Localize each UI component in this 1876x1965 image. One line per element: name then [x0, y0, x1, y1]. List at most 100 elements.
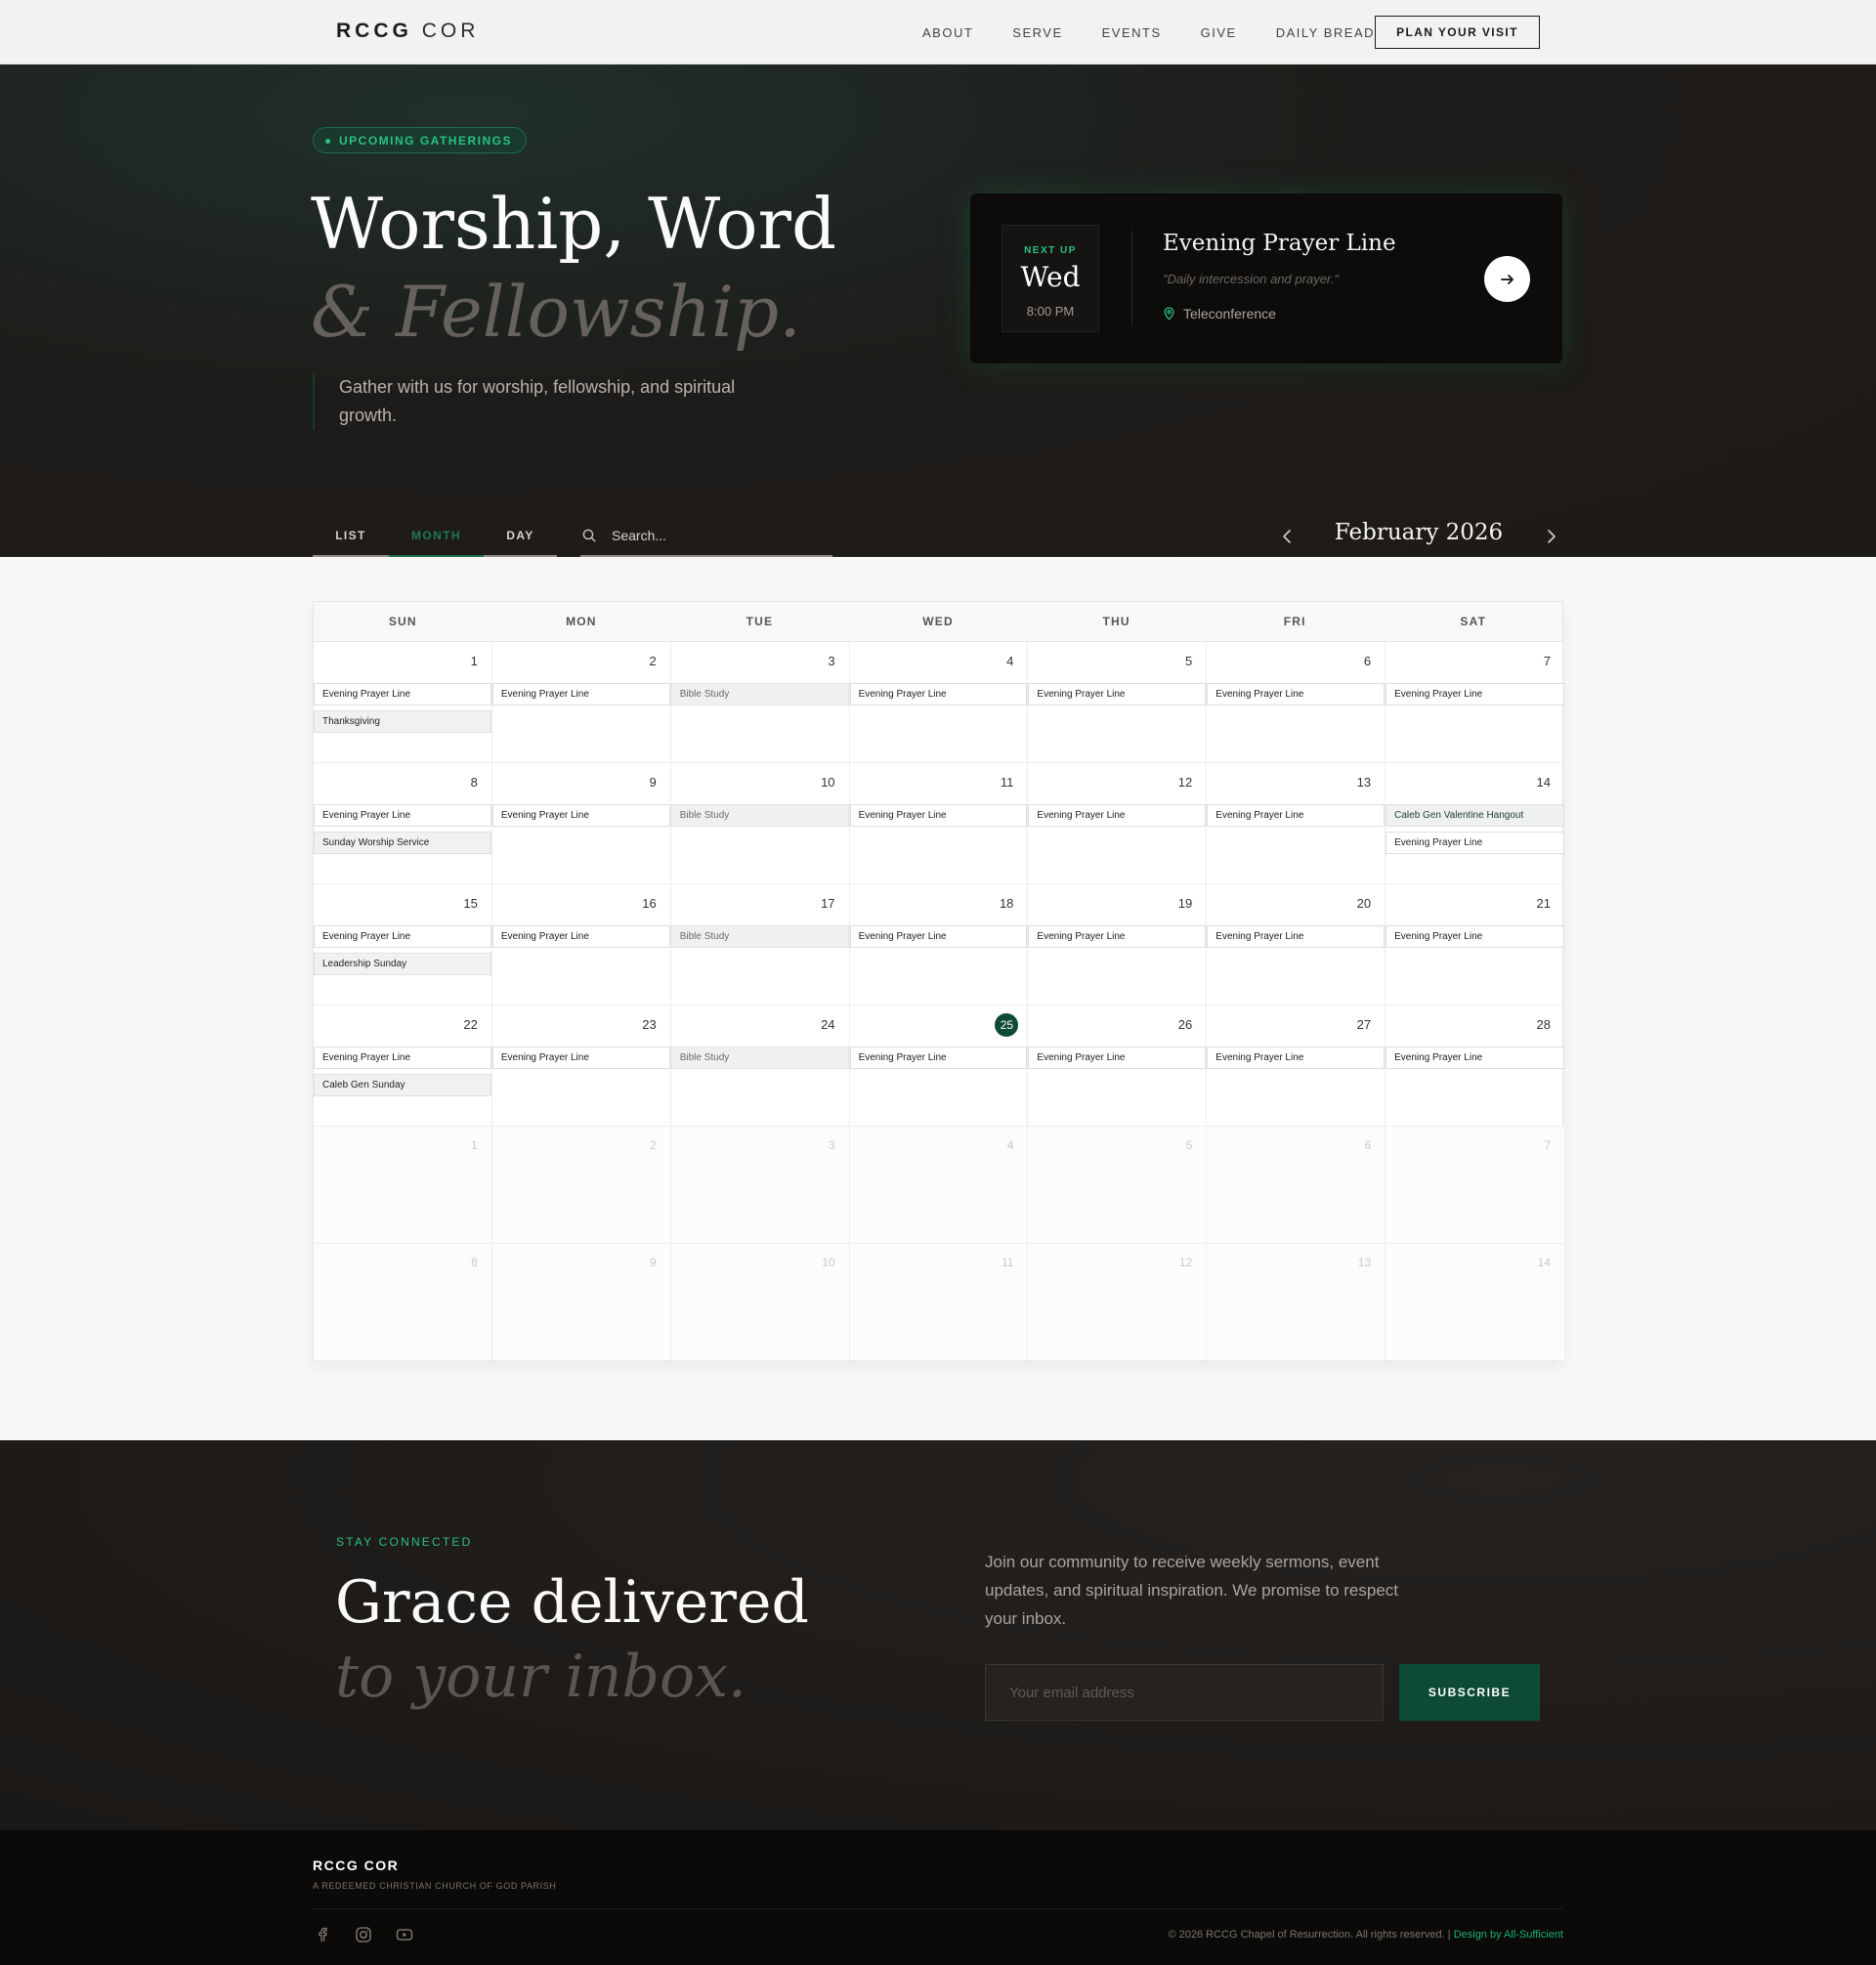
calendar-day-cell[interactable]: 14 Caleb Gen Valentine Hangout Evening Pra…	[1386, 763, 1564, 884]
nav-link-give[interactable]: GIVE	[1201, 25, 1237, 40]
calendar-day-cell[interactable]: 1	[314, 1127, 492, 1244]
calendar-event[interactable]: Evening Prayer Line	[491, 804, 670, 827]
nav-link-events[interactable]: EVENTS	[1102, 25, 1162, 40]
calendar-event[interactable]: Evening Prayer Line	[1207, 683, 1386, 705]
calendar-day-cell[interactable]: 21 Evening Prayer Line	[1386, 884, 1564, 1005]
calendar-day-cell[interactable]: 4	[849, 1127, 1029, 1244]
calendar-event[interactable]: Caleb Gen Valentine Hangout	[1386, 804, 1564, 827]
nav-link-serve[interactable]: SERVE	[1012, 25, 1062, 40]
email-field[interactable]	[985, 1664, 1384, 1721]
calendar-day-cell[interactable]: 7	[1386, 1127, 1564, 1244]
calendar-event[interactable]: Evening Prayer Line	[1207, 925, 1386, 948]
calendar-day-cell[interactable]: 27 Evening Prayer Line	[1207, 1005, 1386, 1127]
calendar-event[interactable]: Evening Prayer Line	[1028, 1047, 1207, 1069]
calendar-day-cell[interactable]: 9 Evening Prayer Line	[491, 763, 671, 884]
tab-list[interactable]: LIST	[313, 516, 389, 557]
calendar-day-cell[interactable]: 5	[1028, 1127, 1208, 1244]
next-up-card[interactable]: NEXT UP Wed 8:00 PM Evening Prayer Line …	[970, 193, 1562, 363]
calendar-day-cell[interactable]: 6 Evening Prayer Line	[1207, 642, 1386, 763]
calendar-day-cell[interactable]: 3	[670, 1127, 850, 1244]
calendar-day-cell[interactable]: 13	[1207, 1244, 1386, 1361]
calendar-event[interactable]: Bible Study	[670, 804, 849, 827]
youtube-icon[interactable]	[395, 1925, 414, 1944]
calendar-day-cell[interactable]: 13 Evening Prayer Line	[1207, 763, 1386, 884]
calendar-day-cell[interactable]: 17 Bible Study	[670, 884, 850, 1005]
calendar-event[interactable]: Evening Prayer Line	[1386, 832, 1564, 854]
calendar-day-cell[interactable]: 28 Evening Prayer Line	[1386, 1005, 1564, 1127]
next-up-arrow-button[interactable]	[1484, 256, 1530, 302]
calendar-event[interactable]: Evening Prayer Line	[314, 925, 491, 948]
calendar-event[interactable]: Evening Prayer Line	[1386, 1047, 1564, 1069]
calendar-event[interactable]: Evening Prayer Line	[314, 804, 491, 827]
calendar-day-cell[interactable]: 3 Bible Study	[670, 642, 850, 763]
calendar-day-cell[interactable]: 7 Evening Prayer Line	[1386, 642, 1564, 763]
calendar-day-cell[interactable]: 25 Evening Prayer Line	[849, 1005, 1029, 1127]
plan-visit-button[interactable]: PLAN YOUR VISIT	[1375, 16, 1540, 49]
calendar-day-cell[interactable]: 15 Evening Prayer Line Leadership Sunday	[314, 884, 492, 1005]
calendar-day-cell[interactable]: 16 Evening Prayer Line	[491, 884, 671, 1005]
calendar-day-cell[interactable]: 2 Evening Prayer Line	[491, 642, 671, 763]
calendar-event[interactable]: Evening Prayer Line	[849, 925, 1028, 948]
hero-title-italic: & Fellowship.	[311, 271, 801, 353]
calendar-day-cell[interactable]: 10 Bible Study	[670, 763, 850, 884]
calendar-event[interactable]: Evening Prayer Line	[1028, 683, 1207, 705]
calendar-event[interactable]: Evening Prayer Line	[1207, 1047, 1386, 1069]
calendar-day-cell[interactable]: 1 Evening Prayer Line Thanksgiving	[314, 642, 492, 763]
calendar-day-cell[interactable]: 26 Evening Prayer Line	[1028, 1005, 1208, 1127]
tab-day[interactable]: DAY	[484, 516, 557, 557]
search-input[interactable]	[612, 528, 807, 543]
calendar-event[interactable]: Evening Prayer Line	[1028, 925, 1207, 948]
designer-credit-link[interactable]: Design by All-Sufficient	[1454, 1929, 1563, 1941]
calendar-day-cell[interactable]: 24 Bible Study	[670, 1005, 850, 1127]
tab-month[interactable]: MONTH	[389, 516, 484, 557]
nav-link-about[interactable]: ABOUT	[922, 25, 973, 40]
nav-link-daily-bread[interactable]: DAILY BREAD	[1276, 25, 1375, 40]
calendar-day-cell[interactable]: 12	[1028, 1244, 1208, 1361]
calendar-event[interactable]: Bible Study	[670, 925, 849, 948]
calendar-day-cell[interactable]: 20 Evening Prayer Line	[1207, 884, 1386, 1005]
calendar-event[interactable]: Sunday Worship Service	[314, 832, 491, 854]
calendar-event[interactable]: Evening Prayer Line	[1386, 925, 1564, 948]
calendar-day-cell[interactable]: 23 Evening Prayer Line	[491, 1005, 671, 1127]
calendar-event[interactable]: Evening Prayer Line	[314, 683, 491, 705]
calendar-event[interactable]: Evening Prayer Line	[849, 1047, 1028, 1069]
calendar-day-cell[interactable]: 12 Evening Prayer Line	[1028, 763, 1208, 884]
next-month-button[interactable]	[1542, 522, 1561, 551]
calendar-event[interactable]: Evening Prayer Line	[1207, 804, 1386, 827]
prev-month-button[interactable]	[1277, 522, 1297, 551]
calendar-day-cell[interactable]: 10	[670, 1244, 850, 1361]
calendar-event[interactable]: Evening Prayer Line	[849, 683, 1028, 705]
calendar-day-cell[interactable]: 4 Evening Prayer Line	[849, 642, 1029, 763]
calendar-event[interactable]: Caleb Gen Sunday	[314, 1074, 491, 1096]
calendar-event[interactable]: Evening Prayer Line	[491, 1047, 670, 1069]
calendar-day-cell[interactable]: 8 Evening Prayer Line Sunday Worship Servi…	[314, 763, 492, 884]
site-logo[interactable]: RCCG COR	[336, 20, 479, 43]
calendar-day-cell[interactable]: 18 Evening Prayer Line	[849, 884, 1029, 1005]
calendar-day-cell[interactable]: 19 Evening Prayer Line	[1028, 884, 1208, 1005]
calendar-event[interactable]: Leadership Sunday	[314, 953, 491, 975]
calendar-day-cell[interactable]: 14	[1386, 1244, 1564, 1361]
calendar-day-cell[interactable]: 11	[849, 1244, 1029, 1361]
next-up-description: "Daily intercession and prayer."	[1163, 272, 1339, 286]
calendar-event[interactable]: Evening Prayer Line	[1386, 683, 1564, 705]
instagram-icon[interactable]	[354, 1925, 373, 1944]
footer-logo[interactable]: RCCG COR	[313, 1858, 399, 1873]
calendar-event[interactable]: Bible Study	[670, 1047, 849, 1069]
calendar-day-cell[interactable]: 11 Evening Prayer Line	[849, 763, 1029, 884]
calendar-event[interactable]: Evening Prayer Line	[1028, 804, 1207, 827]
calendar-event[interactable]: Evening Prayer Line	[849, 804, 1028, 827]
calendar-day-cell[interactable]: 2	[491, 1127, 671, 1244]
calendar-event[interactable]: Evening Prayer Line	[314, 1047, 491, 1069]
calendar-day-cell[interactable]: 6	[1207, 1127, 1386, 1244]
calendar-day-cell[interactable]: 22 Evening Prayer Line Caleb Gen Sunday	[314, 1005, 492, 1127]
upcoming-gatherings-badge: UPCOMING GATHERINGS	[313, 127, 527, 153]
calendar-day-cell[interactable]: 5 Evening Prayer Line	[1028, 642, 1208, 763]
calendar-event[interactable]: Bible Study	[670, 683, 849, 705]
calendar-event[interactable]: Evening Prayer Line	[491, 925, 670, 948]
subscribe-button[interactable]: SUBSCRIBE	[1399, 1664, 1540, 1721]
calendar-day-cell[interactable]: 8	[314, 1244, 492, 1361]
calendar-day-cell[interactable]: 9	[491, 1244, 671, 1361]
calendar-event[interactable]: Evening Prayer Line	[491, 683, 670, 705]
facebook-icon[interactable]	[313, 1925, 332, 1944]
calendar-event[interactable]: Thanksgiving	[314, 710, 491, 733]
